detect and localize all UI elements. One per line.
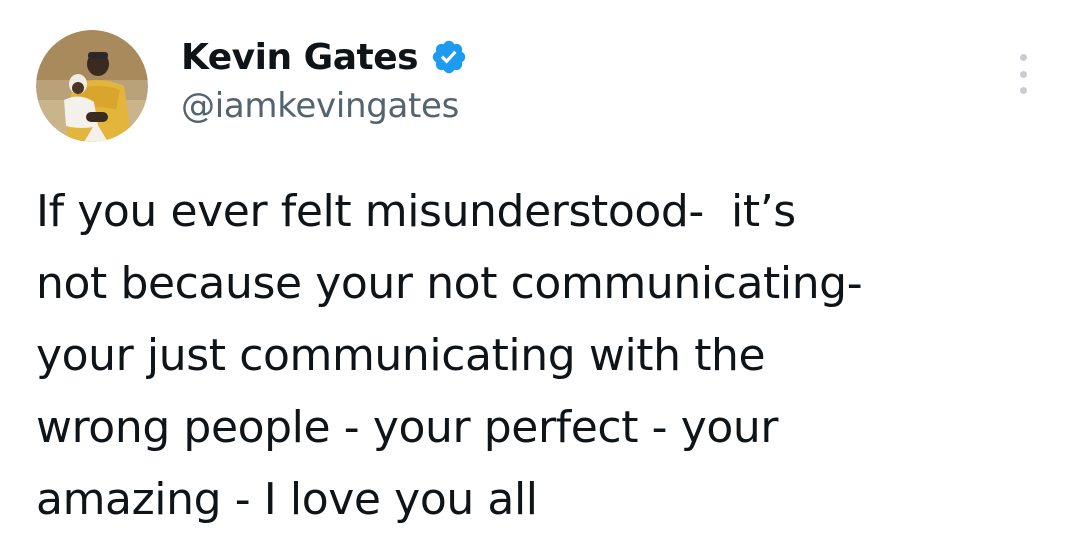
author-handle[interactable]: @iamkevingates	[181, 86, 459, 126]
profile-photo	[36, 30, 148, 142]
display-name[interactable]: Kevin Gates	[181, 37, 419, 78]
more-options-icon	[1019, 70, 1027, 78]
more-options-icon	[1019, 54, 1027, 61]
tweet-card: Kevin Gates @iamkevingates If you ever f…	[0, 0, 1080, 544]
more-options-icon	[1019, 87, 1027, 94]
tweet-text-line: your just communicating with the	[36, 330, 766, 381]
more-options-button[interactable]	[1010, 54, 1036, 94]
tweet-text-line: If you ever felt misunderstood- it’s	[36, 186, 796, 237]
tweet-text-line: amazing - I love you all	[36, 474, 538, 525]
tweet-text-line: not because your not communicating-	[36, 258, 863, 309]
verified-badge-icon[interactable]	[430, 38, 468, 76]
tweet-text: If you ever felt misunderstood- it’s not…	[36, 176, 1056, 536]
avatar[interactable]	[36, 30, 148, 142]
author-name-row: Kevin Gates	[181, 30, 468, 84]
tweet-text-line: wrong people - your perfect - your	[36, 402, 779, 453]
